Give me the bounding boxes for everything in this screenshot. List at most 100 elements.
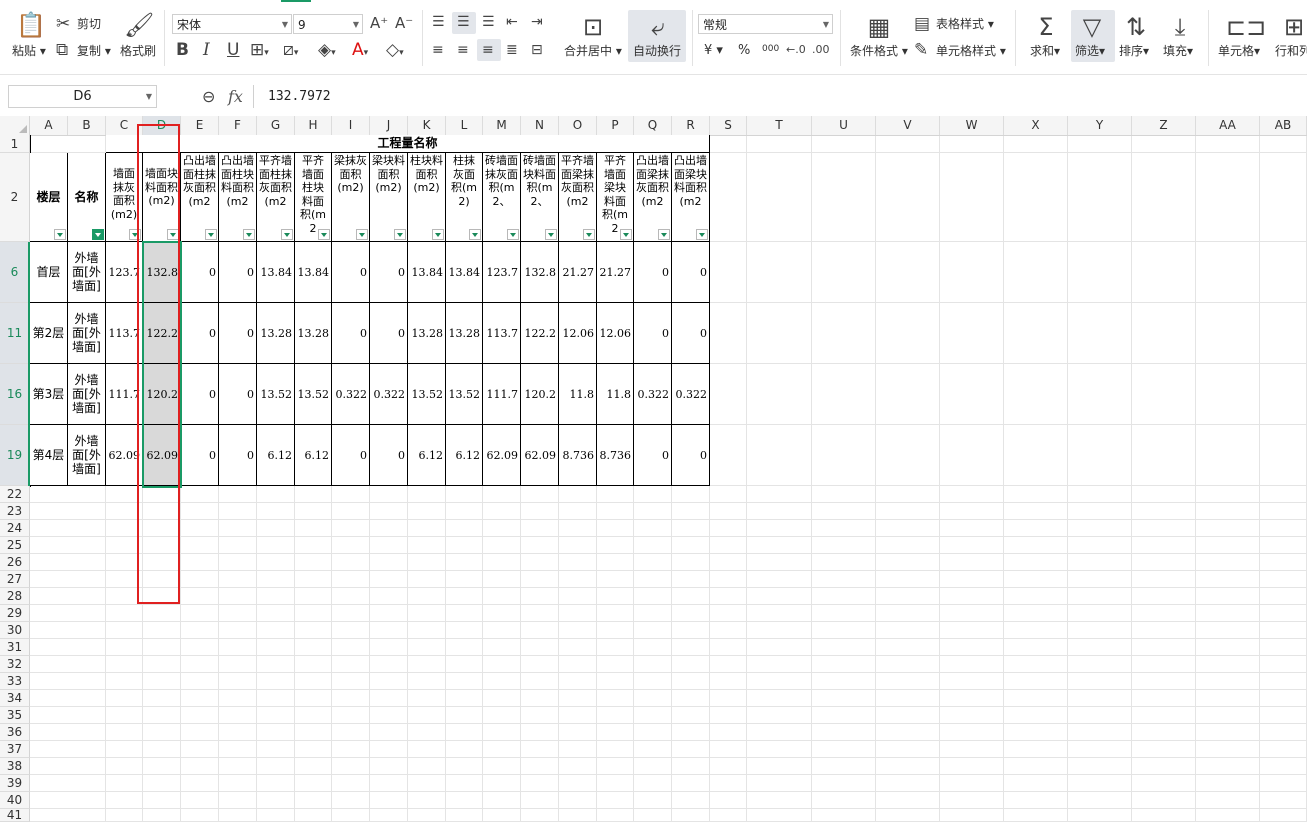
row-header-34[interactable]: 34 — [0, 690, 30, 707]
value-cell-p[interactable]: 11.8 — [597, 364, 634, 425]
row-header-37[interactable]: 37 — [0, 741, 30, 758]
copy-button[interactable]: 复制 ▾ — [77, 44, 111, 58]
filter-dropdown-icon[interactable] — [620, 229, 632, 240]
header-r[interactable]: 凸出墙面梁块料面积(m2 — [672, 153, 710, 242]
column-header-s[interactable]: S — [710, 116, 747, 135]
row-header-26[interactable]: 26 — [0, 554, 30, 571]
row-header-29[interactable]: 29 — [0, 605, 30, 622]
column-header-v[interactable]: V — [876, 116, 940, 135]
value-cell-h[interactable]: 13.52 — [295, 364, 332, 425]
value-cell-q[interactable]: 0 — [634, 242, 672, 303]
column-header-a[interactable]: A — [30, 116, 68, 135]
row-header-36[interactable]: 36 — [0, 724, 30, 741]
zoom-icon[interactable]: ⊖ — [202, 88, 215, 106]
align-left-icon[interactable]: ≡ — [432, 41, 444, 59]
column-header-k[interactable]: K — [408, 116, 446, 135]
bold-icon[interactable]: B — [176, 41, 189, 59]
header-m[interactable]: 砖墙面抹灰面积(m2、 — [483, 153, 521, 242]
percent-button[interactable]: % — [738, 44, 750, 58]
column-header-u[interactable]: U — [812, 116, 876, 135]
value-cell-h[interactable]: 13.28 — [295, 303, 332, 364]
font-color-icon[interactable]: A▾ — [352, 41, 368, 62]
column-header-i[interactable]: I — [332, 116, 370, 135]
header-name[interactable]: 名称 — [68, 153, 106, 242]
value-cell-j[interactable]: 0 — [370, 303, 408, 364]
value-cell-f[interactable]: 0 — [219, 364, 257, 425]
row-header-39[interactable]: 39 — [0, 775, 30, 792]
filter-dropdown-icon[interactable] — [356, 229, 368, 240]
filter-dropdown-icon[interactable] — [507, 229, 519, 240]
paste-button[interactable]: 粘贴 ▾ — [12, 44, 46, 58]
header-l[interactable]: 柱抹灰面积(m2) — [446, 153, 483, 242]
filter-dropdown-icon[interactable] — [658, 229, 670, 240]
header-o[interactable]: 平齐墙面梁抹灰面积(m2 — [559, 153, 597, 242]
value-cell-k[interactable]: 13.84 — [408, 242, 446, 303]
conditional-format-button[interactable]: 条件格式 ▾ — [850, 44, 908, 58]
align-bottom-icon[interactable]: ☰ — [482, 13, 495, 31]
floor-cell[interactable]: 第3层 — [30, 364, 68, 425]
value-cell-i[interactable]: 0 — [332, 242, 370, 303]
column-header-r[interactable]: R — [672, 116, 710, 135]
value-cell-i[interactable]: 0 — [332, 303, 370, 364]
header-q[interactable]: 凸出墙面梁抹灰面积(m2 — [634, 153, 672, 242]
merge-center-icon[interactable]: ⊡ — [578, 14, 608, 40]
value-cell-q[interactable]: 0 — [634, 303, 672, 364]
value-cell-q[interactable]: 0.322 — [634, 364, 672, 425]
value-cell-e[interactable]: 0 — [181, 364, 219, 425]
merge-center-button[interactable]: 合并居中 ▾ — [564, 44, 622, 58]
chevron-down-icon[interactable]: ▼ — [146, 86, 152, 107]
fill-color-icon[interactable]: ◈▾ — [318, 41, 336, 62]
column-header-q[interactable]: Q — [634, 116, 672, 135]
value-cell-r[interactable]: 0 — [672, 425, 710, 486]
filter-icon[interactable]: ▽ — [1078, 14, 1106, 40]
value-cell-r[interactable]: 0.322 — [672, 364, 710, 425]
value-cell-g[interactable]: 6.12 — [257, 425, 295, 486]
currency-button[interactable]: ¥ ▾ — [704, 44, 723, 58]
format-painter-icon[interactable]: 🖌 — [124, 12, 154, 38]
decrease-font-icon[interactable]: A⁻ — [395, 14, 413, 32]
column-header-y[interactable]: Y — [1068, 116, 1132, 135]
cell-style-button[interactable]: 单元格样式 ▾ — [936, 44, 1006, 58]
filter-dropdown-icon[interactable] — [281, 229, 293, 240]
column-header-b[interactable]: B — [68, 116, 106, 135]
row-header-23[interactable]: 23 — [0, 503, 30, 520]
value-cell-e[interactable]: 0 — [181, 242, 219, 303]
row-header-24[interactable]: 24 — [0, 520, 30, 537]
cell-icon[interactable]: ⊏⊐ — [1226, 14, 1266, 40]
italic-icon[interactable]: I — [203, 41, 210, 59]
value-cell-e[interactable]: 0 — [181, 303, 219, 364]
value-cell-i[interactable]: 0.322 — [332, 364, 370, 425]
paste-icon[interactable]: 📋 — [16, 12, 46, 38]
value-cell-p[interactable]: 12.06 — [597, 303, 634, 364]
value-cell-o[interactable]: 11.8 — [559, 364, 597, 425]
value-cell-m[interactable]: 113.7 — [483, 303, 521, 364]
header-p[interactable]: 平齐墙面梁块料面积(m2 — [597, 153, 634, 242]
align-middle-icon[interactable]: ☰ — [457, 13, 470, 31]
increase-decimal-icon[interactable]: ←.0 — [786, 41, 806, 59]
value-cell-k[interactable]: 13.52 — [408, 364, 446, 425]
value-cell-h[interactable]: 13.84 — [295, 242, 332, 303]
row-header-28[interactable]: 28 — [0, 588, 30, 605]
header-j[interactable]: 梁块料面积(m2) — [370, 153, 408, 242]
row-header-41[interactable]: 41 — [0, 809, 30, 822]
name-cell[interactable]: 外墙面[外墙面] — [68, 242, 106, 303]
value-cell-f[interactable]: 0 — [219, 425, 257, 486]
floor-cell[interactable]: 第4层 — [30, 425, 68, 486]
name-box[interactable]: D6 ▼ — [8, 85, 157, 108]
value-cell-o[interactable]: 21.27 — [559, 242, 597, 303]
value-cell-p[interactable]: 8.736 — [597, 425, 634, 486]
value-cell-f[interactable]: 0 — [219, 303, 257, 364]
sum-icon[interactable]: Σ — [1032, 14, 1060, 40]
row-header-27[interactable]: 27 — [0, 571, 30, 588]
row-header-19[interactable]: 19 — [0, 425, 30, 486]
column-header-m[interactable]: M — [483, 116, 521, 135]
row-header-11[interactable]: 11 — [0, 303, 30, 364]
value-cell-n[interactable]: 62.09 — [521, 425, 559, 486]
group-title-cell[interactable]: 工程量名称 — [106, 135, 710, 153]
row-header-1[interactable]: 1 — [0, 135, 30, 153]
row-header-40[interactable]: 40 — [0, 792, 30, 809]
value-cell-n[interactable]: 132.8 — [521, 242, 559, 303]
justify-icon[interactable]: ≣ — [506, 41, 518, 59]
row-header-31[interactable]: 31 — [0, 639, 30, 656]
row-header-33[interactable]: 33 — [0, 673, 30, 690]
